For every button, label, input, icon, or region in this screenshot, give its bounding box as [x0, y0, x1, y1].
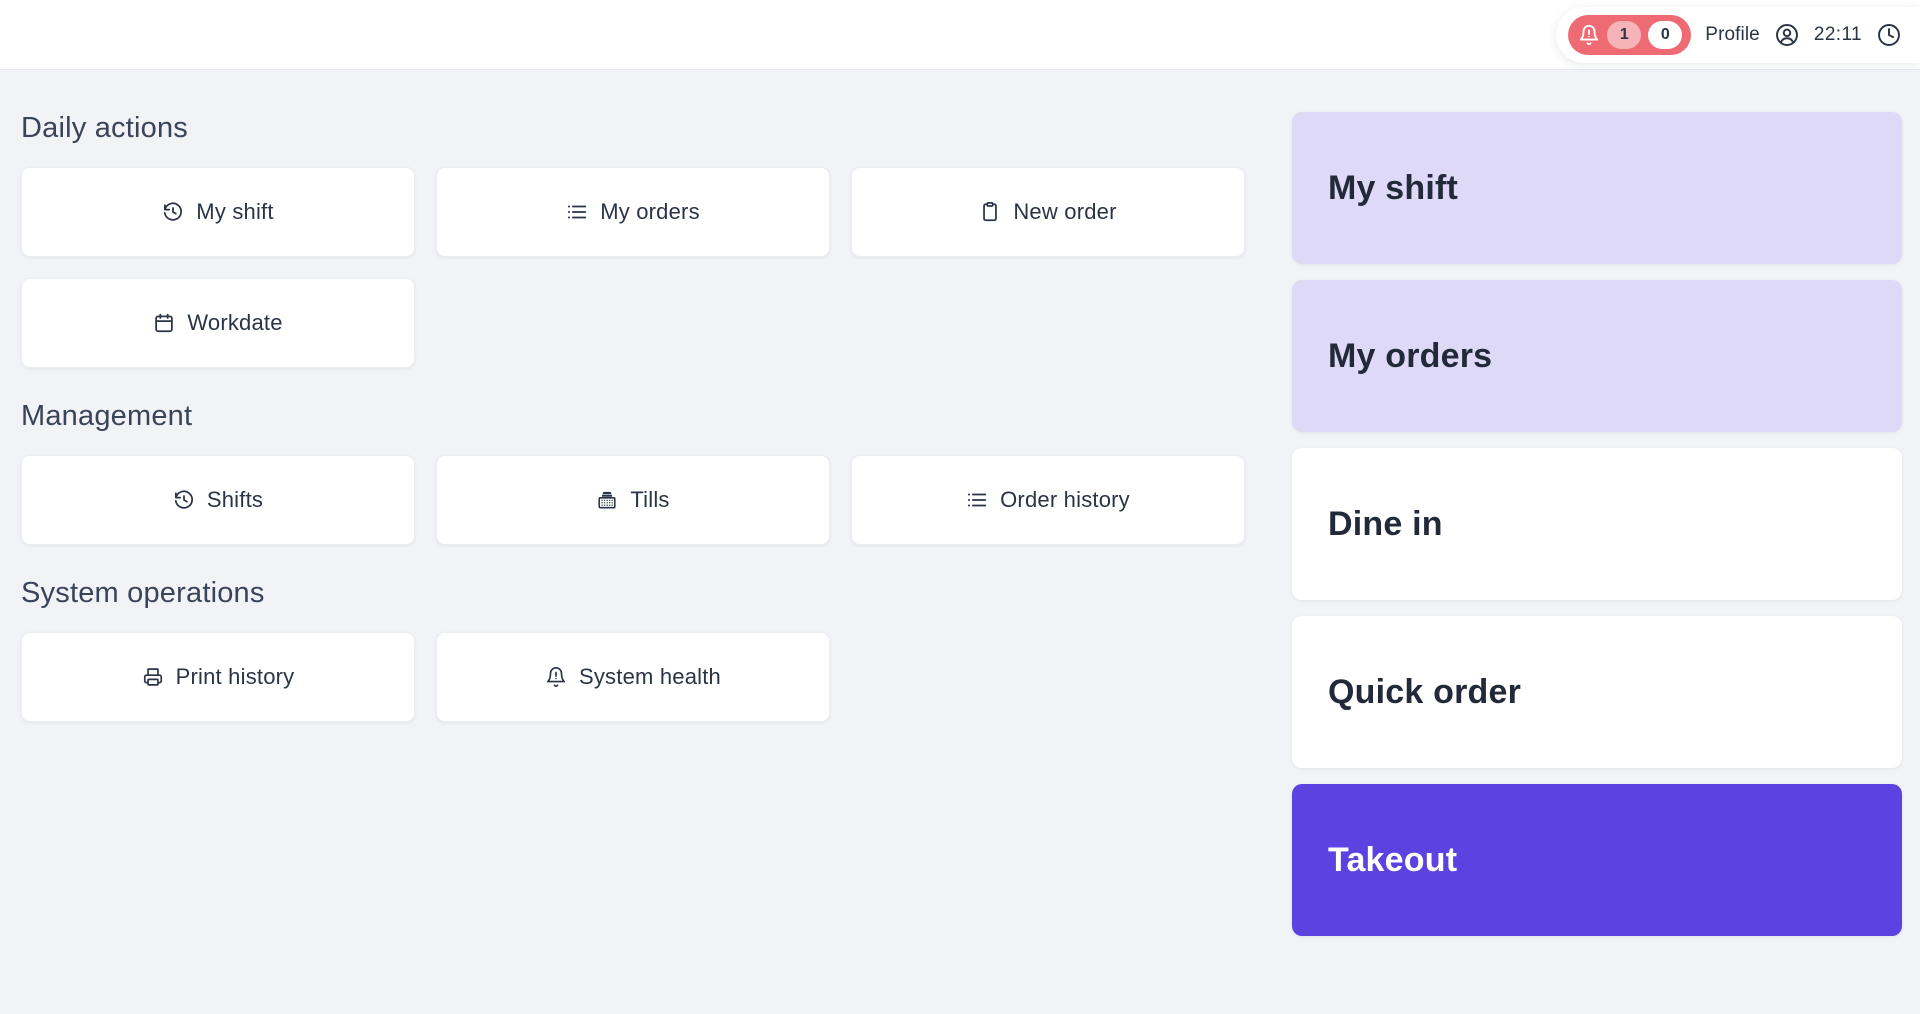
actions-column: Daily actions My shift My orders New ord…	[0, 70, 1292, 1014]
nav-card-dine-in[interactable]: Dine in	[1292, 448, 1902, 600]
action-label: Print history	[175, 664, 295, 689]
action-label: My orders	[600, 199, 700, 224]
notification-badge[interactable]: 1 0	[1568, 15, 1692, 55]
action-button-shifts[interactable]: Shifts	[21, 455, 415, 545]
action-label: Shifts	[206, 487, 264, 512]
top-bar: 1 0 Profile 22:11	[0, 0, 1920, 70]
list-bullet-icon	[966, 489, 988, 511]
profile-label: Profile	[1705, 24, 1760, 45]
clock-history-icon	[162, 201, 184, 223]
cash-register-icon	[596, 489, 618, 511]
nav-card-label: My shift	[1328, 168, 1459, 207]
action-button-system-health[interactable]: System health	[436, 632, 830, 722]
nav-card-takeout[interactable]: Takeout	[1292, 784, 1902, 936]
action-label: System health	[578, 664, 721, 689]
bell-alert-icon	[545, 666, 567, 688]
action-button-order-history[interactable]: Order history	[851, 455, 1245, 545]
notification-ok-count: 0	[1648, 21, 1683, 49]
nav-cards-column: My shift My orders Dine in Quick order T…	[1292, 70, 1920, 1014]
clock-icon[interactable]	[1876, 22, 1902, 48]
nav-card-label: Takeout	[1328, 840, 1458, 879]
action-button-tills[interactable]: Tills	[436, 455, 830, 545]
section-title-system-operations: System operations	[21, 577, 265, 609]
list-bullet-icon	[566, 201, 588, 223]
nav-card-label: Dine in	[1328, 504, 1443, 543]
action-button-my-shift[interactable]: My shift	[21, 167, 415, 257]
nav-card-label: Quick order	[1328, 672, 1522, 711]
section-management: Management Shifts Tills Order history	[0, 400, 1292, 545]
current-time: 22:11	[1813, 24, 1862, 45]
nav-card-my-shift[interactable]: My shift	[1292, 112, 1902, 264]
action-label: My shift	[196, 199, 274, 224]
printer-icon	[142, 666, 164, 688]
section-daily-actions: Daily actions My shift My orders New ord…	[0, 112, 1292, 368]
notification-warning-count: 1	[1607, 21, 1642, 49]
action-button-my-orders[interactable]: My orders	[436, 167, 830, 257]
nav-card-my-orders[interactable]: My orders	[1292, 280, 1902, 432]
page-content: Daily actions My shift My orders New ord…	[0, 70, 1920, 1014]
action-label: Order history	[1000, 487, 1130, 512]
system-operations-grid: Print history System health	[0, 632, 1260, 722]
management-grid: Shifts Tills Order history	[0, 455, 1260, 545]
section-title-management: Management	[21, 400, 193, 432]
action-button-workdate[interactable]: Workdate	[21, 278, 415, 368]
clipboard-icon	[979, 201, 1001, 223]
section-title-daily-actions: Daily actions	[21, 112, 188, 144]
user-circle-icon[interactable]	[1774, 22, 1800, 48]
nav-card-label: My orders	[1328, 336, 1493, 375]
nav-card-quick-order[interactable]: Quick order	[1292, 616, 1902, 768]
action-button-print-history[interactable]: Print history	[21, 632, 415, 722]
action-button-new-order[interactable]: New order	[851, 167, 1245, 257]
bell-alert-icon	[1578, 24, 1600, 46]
clock-history-icon	[173, 489, 195, 511]
action-label: Tills	[630, 487, 670, 512]
daily-actions-grid: My shift My orders New order Workdate	[0, 167, 1260, 368]
calendar-icon	[153, 312, 175, 334]
section-system-operations: System operations Print history System h…	[0, 577, 1292, 722]
top-bar-pill: 1 0 Profile 22:11	[1556, 7, 1920, 63]
action-label: New order	[1013, 199, 1117, 224]
action-label: Workdate	[187, 310, 283, 335]
